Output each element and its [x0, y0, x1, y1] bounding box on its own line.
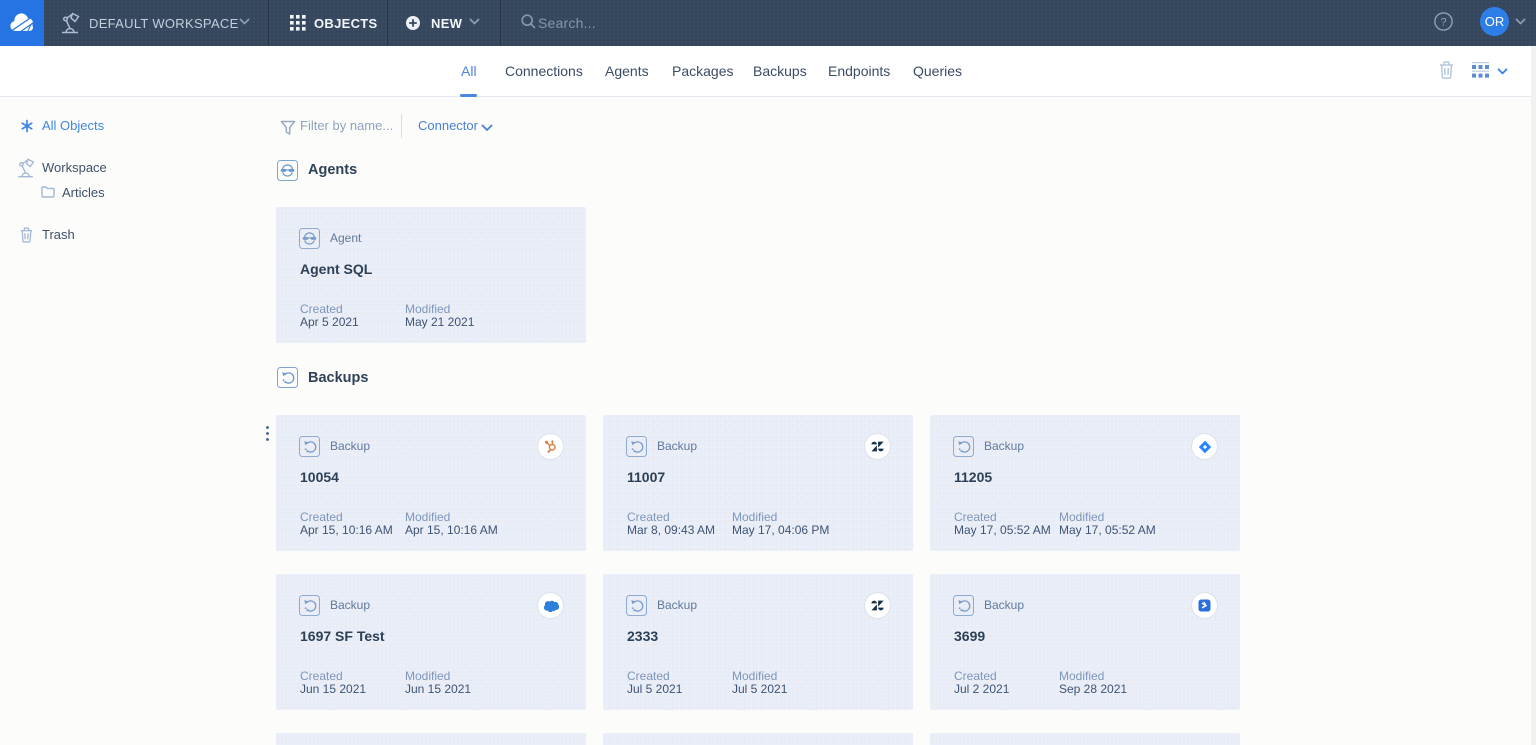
svg-text:?: ? — [1440, 17, 1446, 29]
